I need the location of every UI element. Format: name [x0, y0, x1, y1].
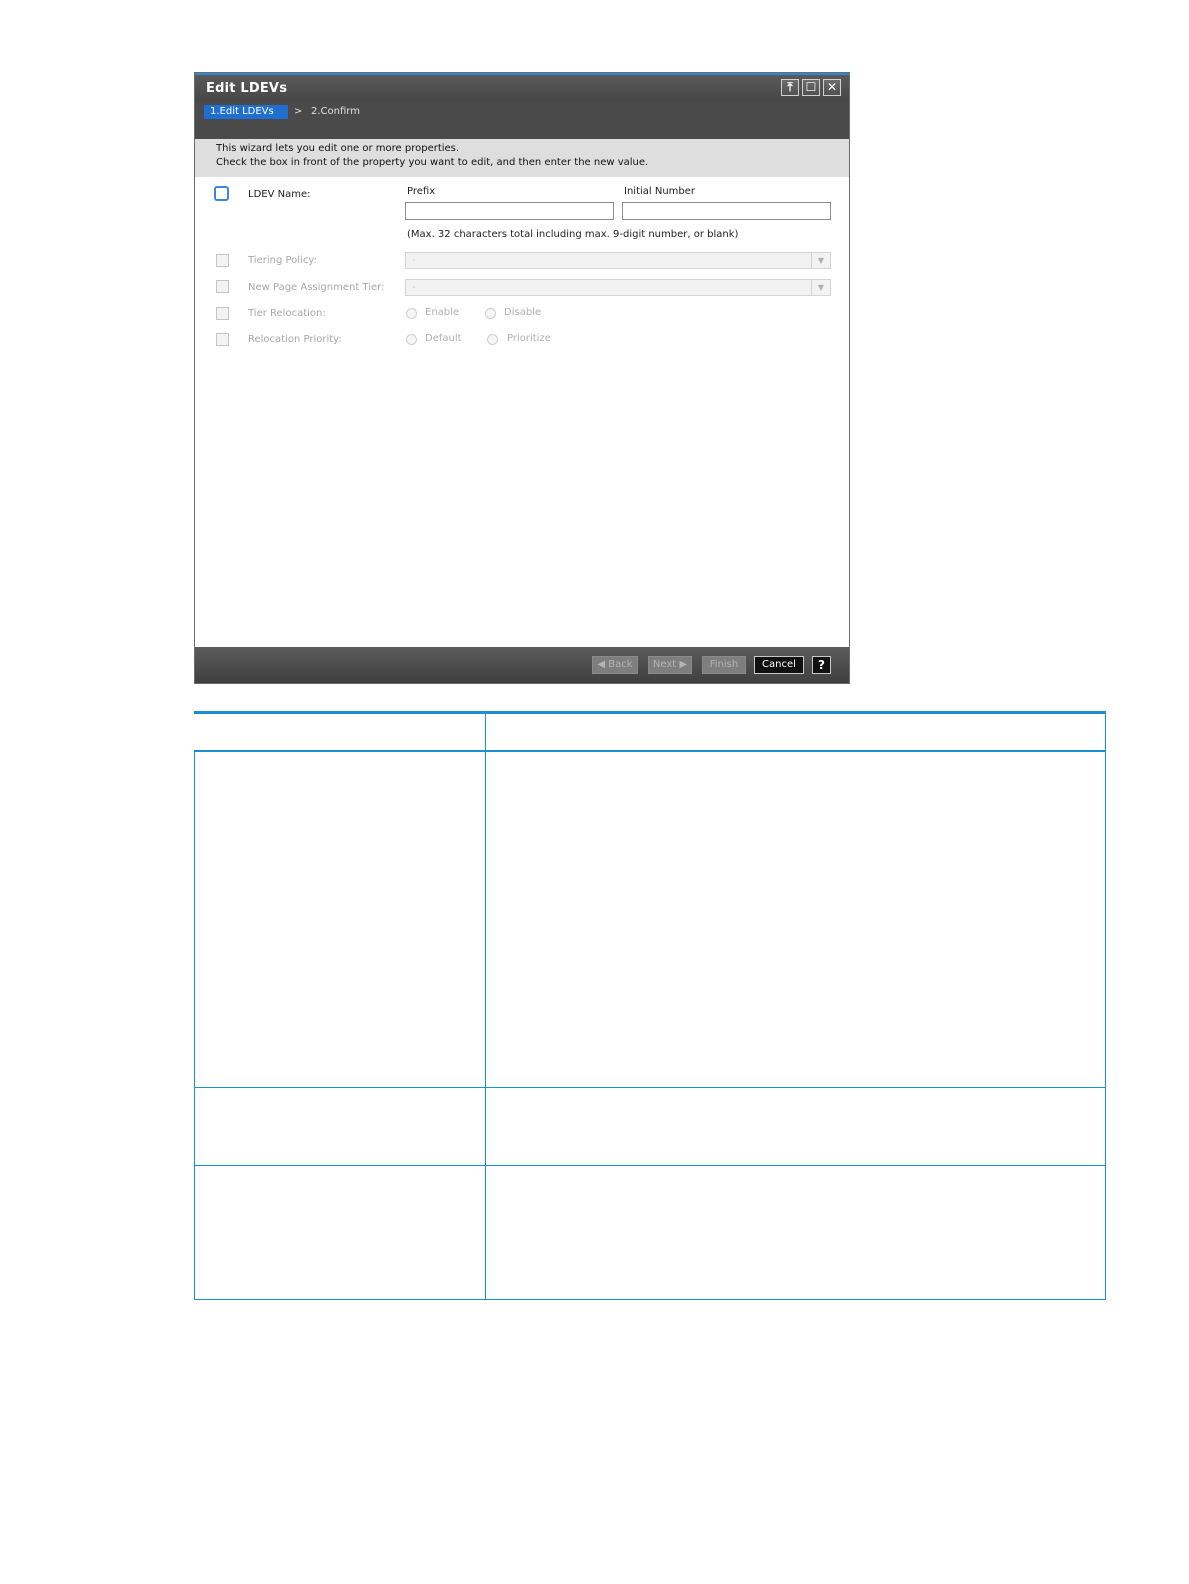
next-button[interactable]: Next ▶: [648, 656, 692, 674]
tier-relocation-checkbox[interactable]: [216, 307, 229, 320]
tier-relocation-enable-radio[interactable]: [406, 308, 417, 319]
description-table: [194, 711, 1106, 1300]
relocation-priority-checkbox[interactable]: [216, 333, 229, 346]
instructions-line-2: Check the box in front of the property y…: [216, 157, 649, 168]
dialog-title: Edit LDEVs: [206, 81, 288, 96]
step-separator: >: [294, 106, 303, 117]
relocation-priority-prioritize-label: Prioritize: [507, 333, 551, 344]
form-area: LDEV Name: Prefix Initial Number (Max. 3…: [195, 177, 849, 647]
step-edit-ldevs: 1.Edit LDEVs: [204, 105, 288, 119]
relocation-priority-label: Relocation Priority:: [248, 334, 342, 345]
help-button[interactable]: ?: [812, 656, 831, 674]
table-header-item: [194, 714, 485, 750]
table-right-border: [1105, 714, 1106, 1300]
pin-icon[interactable]: ⤒: [781, 79, 799, 96]
table-header-description: [486, 714, 1105, 750]
back-button-label: Back: [608, 659, 633, 670]
new-page-assignment-tier-checkbox[interactable]: [216, 280, 229, 293]
window-controls: ⤒ ☐ ✕: [781, 79, 841, 96]
chevron-down-icon: ▼: [811, 253, 830, 268]
initial-number-input[interactable]: [622, 202, 831, 220]
ldev-name-hint: (Max. 32 characters total including max.…: [407, 229, 739, 240]
ldev-name-checkbox[interactable]: [214, 186, 229, 201]
new-page-assignment-tier-select[interactable]: - ▼: [405, 279, 831, 296]
table-cell: [486, 752, 1105, 1087]
ldev-name-label: LDEV Name:: [248, 189, 311, 200]
initial-number-label: Initial Number: [624, 186, 696, 197]
new-page-assignment-tier-value: -: [412, 282, 416, 293]
finish-button[interactable]: Finish: [702, 656, 746, 674]
new-page-assignment-tier-label: New Page Assignment Tier:: [248, 282, 385, 293]
next-button-label: Next: [652, 659, 677, 670]
maximize-icon[interactable]: ☐: [802, 79, 820, 96]
relocation-priority-default-label: Default: [425, 333, 462, 344]
close-icon[interactable]: ✕: [823, 79, 841, 96]
relocation-priority-default-radio[interactable]: [406, 334, 417, 345]
back-button[interactable]: ◀ Back: [592, 656, 638, 674]
table-cell: [195, 752, 485, 1087]
tier-relocation-disable-label: Disable: [504, 307, 542, 318]
tiering-policy-checkbox[interactable]: [216, 254, 229, 267]
cancel-button[interactable]: Cancel: [754, 656, 804, 674]
tiering-policy-label: Tiering Policy:: [248, 255, 317, 266]
tier-relocation-enable-label: Enable: [425, 307, 460, 318]
tier-relocation-label: Tier Relocation:: [248, 308, 326, 319]
dialog-footer: ◀ Back Next ▶ Finish Cancel ?: [195, 647, 849, 683]
table-cell: [195, 1166, 485, 1299]
table-cell: [486, 1166, 1105, 1299]
chevron-down-icon: ▼: [811, 280, 830, 295]
wizard-steps: 1.Edit LDEVs > 2.Confirm: [195, 101, 849, 139]
prefix-input[interactable]: [405, 202, 614, 220]
step-confirm: 2.Confirm: [311, 106, 360, 117]
table-cell: [486, 1088, 1105, 1165]
edit-ldevs-dialog: Edit LDEVs ⤒ ☐ ✕ 1.Edit LDEVs > 2.Confir…: [194, 72, 850, 684]
back-arrow-icon: ◀: [597, 659, 606, 670]
tiering-policy-select[interactable]: - ▼: [405, 252, 831, 269]
instructions-panel: This wizard lets you edit one or more pr…: [195, 139, 849, 177]
tiering-policy-value: -: [412, 255, 416, 266]
table-bottom-border: [194, 1299, 1106, 1300]
dialog-titlebar: Edit LDEVs ⤒ ☐ ✕: [195, 75, 849, 101]
instructions-line-1: This wizard lets you edit one or more pr…: [216, 143, 460, 154]
tier-relocation-disable-radio[interactable]: [485, 308, 496, 319]
relocation-priority-prioritize-radio[interactable]: [487, 334, 498, 345]
next-arrow-icon: ▶: [679, 659, 688, 670]
prefix-label: Prefix: [407, 186, 436, 197]
table-cell: [195, 1088, 485, 1165]
